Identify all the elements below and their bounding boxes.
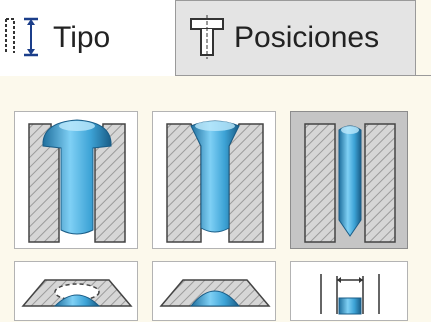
hole-type-legacy[interactable] [290,261,408,321]
hole-type-grid [0,78,431,321]
tipo-dimension-icon [5,17,38,57]
tab-tipo[interactable]: Tipo [0,0,176,76]
counterbore-hole-icon [28,119,126,243]
posiciones-hole-icon [190,15,224,59]
hole-type-counterbore[interactable] [14,111,138,249]
straight-tap-hole-icon [21,279,133,307]
tapered-tap-hole-icon [159,279,271,307]
hole-type-countersink[interactable] [152,111,276,249]
tab-posiciones[interactable]: Posiciones [176,0,416,76]
tab-divider [176,75,431,76]
tab-tipo-label: Tipo [53,21,111,54]
tab-posiciones-label: Posiciones [234,21,380,54]
countersink-hole-icon [166,120,264,243]
hole-type-tapered-tap[interactable] [152,261,276,321]
legacy-hole-icon [320,274,380,315]
straight-hole-icon [304,123,396,243]
hole-type-straight[interactable] [290,111,408,249]
hole-type-straight-tap[interactable] [14,261,138,321]
tab-bar: Tipo Posiciones [0,0,431,78]
